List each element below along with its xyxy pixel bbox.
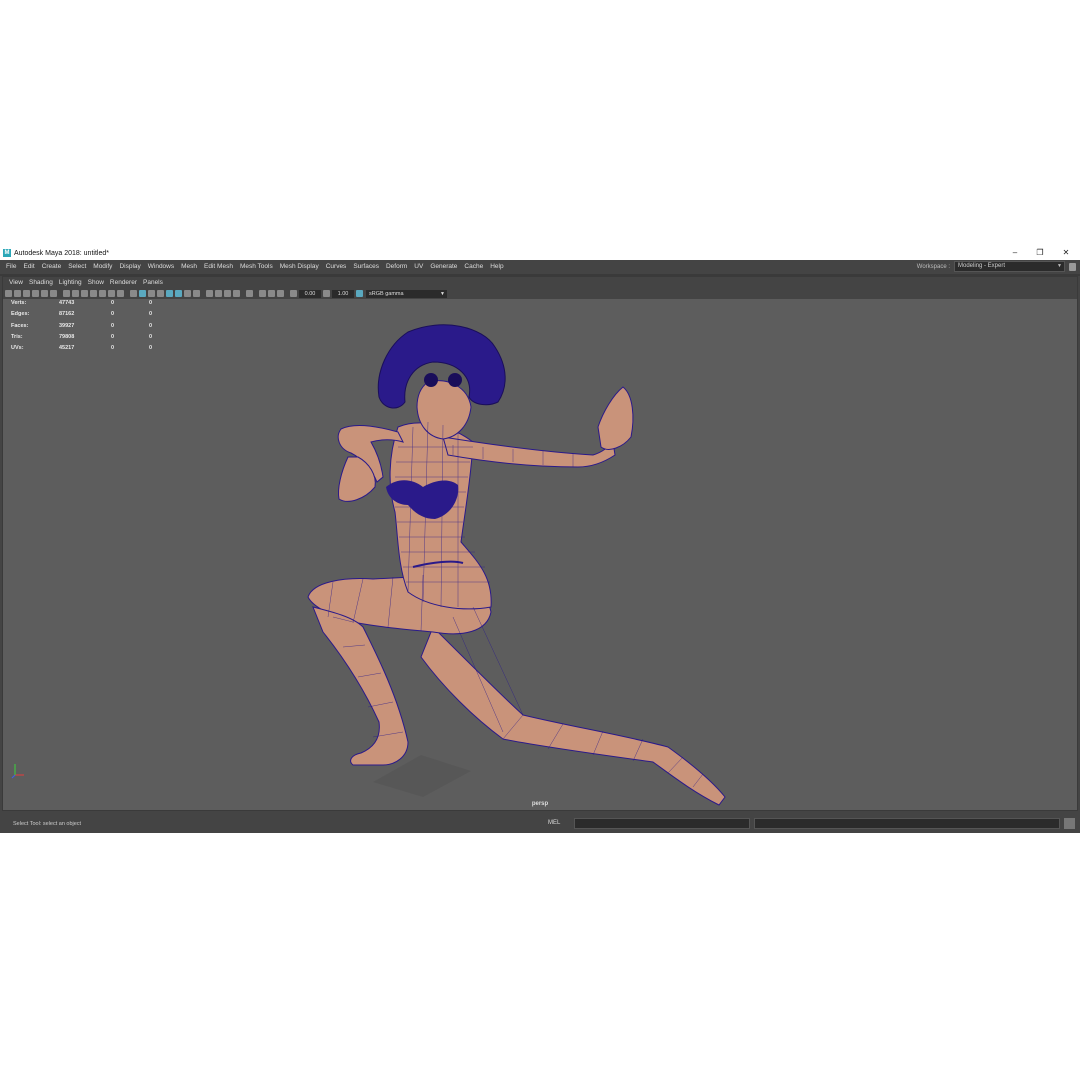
hud-label: Tris: [11,333,23,340]
menu-deform[interactable]: Deform [386,263,407,270]
hud-label: Faces: [11,322,29,329]
menu-mesh[interactable]: Mesh [181,263,197,270]
maya-logo-icon: M [3,249,11,257]
viewport-canvas[interactable] [3,277,1077,810]
menu-edit-mesh[interactable]: Edit Mesh [204,263,233,270]
hud-row: Tris: 79808 0 0 [11,334,152,345]
hud-value: 0 [149,345,153,352]
command-line-input[interactable] [574,818,750,829]
hud-value: 0 [149,333,153,340]
hud-value: 0 [149,322,153,329]
title-bar: M Autodesk Maya 2018: untitled* – ❐ ✕ [0,246,1080,260]
hud-value: 0 [149,311,153,318]
restore-icon[interactable]: ❐ [1028,246,1052,260]
poly-count-hud: Verts: 47743 0 0 Edges: 87162 0 0 Faces:… [11,300,152,356]
help-line-text: Select Tool: select an object [13,821,82,827]
menu-help[interactable]: Help [490,263,503,270]
left-eye [424,373,438,387]
hud-value: 45217 [59,345,75,352]
character-mesh[interactable] [307,380,726,806]
hud-value: 87162 [59,311,75,318]
lock-icon[interactable] [1069,262,1076,271]
hud-value: 47743 [59,300,75,306]
workspace-selector: Workspace : Modeling - Expert ▼ [917,261,1076,272]
menu-modify[interactable]: Modify [93,263,112,270]
menu-edit[interactable]: Edit [23,263,34,270]
window-title: Autodesk Maya 2018: untitled* [14,249,109,257]
maya-window: M Autodesk Maya 2018: untitled* – ❐ ✕ Fi… [0,246,1080,833]
chevron-down-icon: ▼ [1057,263,1062,269]
hud-value: 79808 [59,333,75,340]
minimize-icon[interactable]: – [1003,246,1027,260]
menu-uv[interactable]: UV [414,263,423,270]
menu-mesh-display[interactable]: Mesh Display [280,263,319,270]
hud-value: 0 [149,300,153,306]
right-eye [448,373,462,387]
menu-generate[interactable]: Generate [430,263,457,270]
menu-cache[interactable]: Cache [464,263,483,270]
camera-name-label: persp [531,801,549,807]
hud-value: 0 [111,333,115,340]
menu-curves[interactable]: Curves [326,263,347,270]
hud-value: 0 [111,300,115,306]
workspace-dropdown[interactable]: Modeling - Expert ▼ [954,261,1065,272]
workspace-value: Modeling - Expert [958,263,1006,269]
mel-label[interactable]: MEL [548,820,572,826]
help-line: Select Tool: select an object MEL [0,815,1080,833]
menu-file[interactable]: File [6,263,16,270]
menu-select[interactable]: Select [68,263,86,270]
hud-value: 0 [111,345,115,352]
hud-value: 0 [111,311,115,318]
menu-display[interactable]: Display [119,263,140,270]
hud-row: Faces: 39927 0 0 [11,323,152,334]
hud-value: 39927 [59,322,75,329]
menu-windows[interactable]: Windows [148,263,174,270]
hud-row: Edges: 87162 0 0 [11,311,152,322]
menu-create[interactable]: Create [42,263,62,270]
hud-row: Verts: 47743 0 0 [11,300,152,311]
hud-value: 0 [111,322,115,329]
view-axis-icon [11,764,24,779]
menu-mesh-tools[interactable]: Mesh Tools [240,263,273,270]
menu-surfaces[interactable]: Surfaces [353,263,379,270]
hud-label: Edges: [11,311,30,318]
viewport-panel[interactable]: View Shading Lighting Show Renderer Pane… [2,276,1078,811]
hud-row: UVs: 45217 0 0 [11,345,152,356]
close-icon[interactable]: ✕ [1054,246,1078,260]
hud-label: UVs: [11,345,24,352]
hud-label: Verts: [11,300,27,306]
command-line-output [754,818,1060,829]
workspace-label: Workspace : [916,263,950,270]
script-editor-icon[interactable] [1064,818,1075,829]
